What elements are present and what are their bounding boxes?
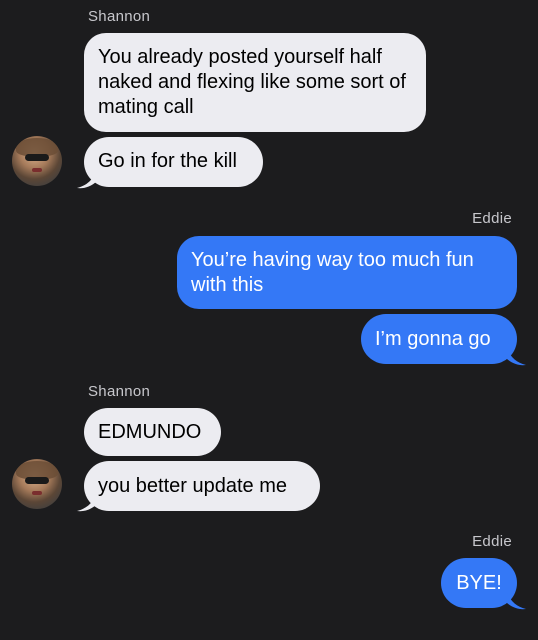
incoming-message[interactable]: Go in for the kill [84, 137, 263, 187]
incoming-message[interactable]: You already posted yourself half naked a… [84, 33, 426, 132]
sender-name-eddie: Eddie [472, 210, 512, 227]
message-text: BYE! [456, 572, 502, 594]
message-text: I’m gonna go [375, 328, 491, 350]
incoming-message[interactable]: EDMUNDO [84, 408, 221, 456]
message-text: You already posted yourself half naked a… [98, 46, 406, 118]
bubble-tail [506, 588, 526, 610]
bubble-tail [77, 490, 97, 512]
bubble-tail [77, 167, 97, 189]
avatar-shannon[interactable] [12, 459, 62, 509]
sender-name-eddie: Eddie [472, 533, 512, 550]
message-text: You’re having way too much fun with this [191, 249, 474, 296]
incoming-message[interactable]: you better update me [84, 461, 320, 511]
avatar-shannon[interactable] [12, 136, 62, 186]
outgoing-message[interactable]: You’re having way too much fun with this [177, 236, 517, 309]
message-text: Go in for the kill [98, 150, 237, 172]
message-text: you better update me [98, 475, 288, 497]
bubble-tail [506, 344, 526, 366]
sender-name-shannon: Shannon [88, 383, 151, 400]
sender-name-shannon: Shannon [88, 8, 151, 25]
message-text: EDMUNDO [98, 421, 202, 443]
outgoing-message[interactable]: I’m gonna go [361, 314, 517, 364]
